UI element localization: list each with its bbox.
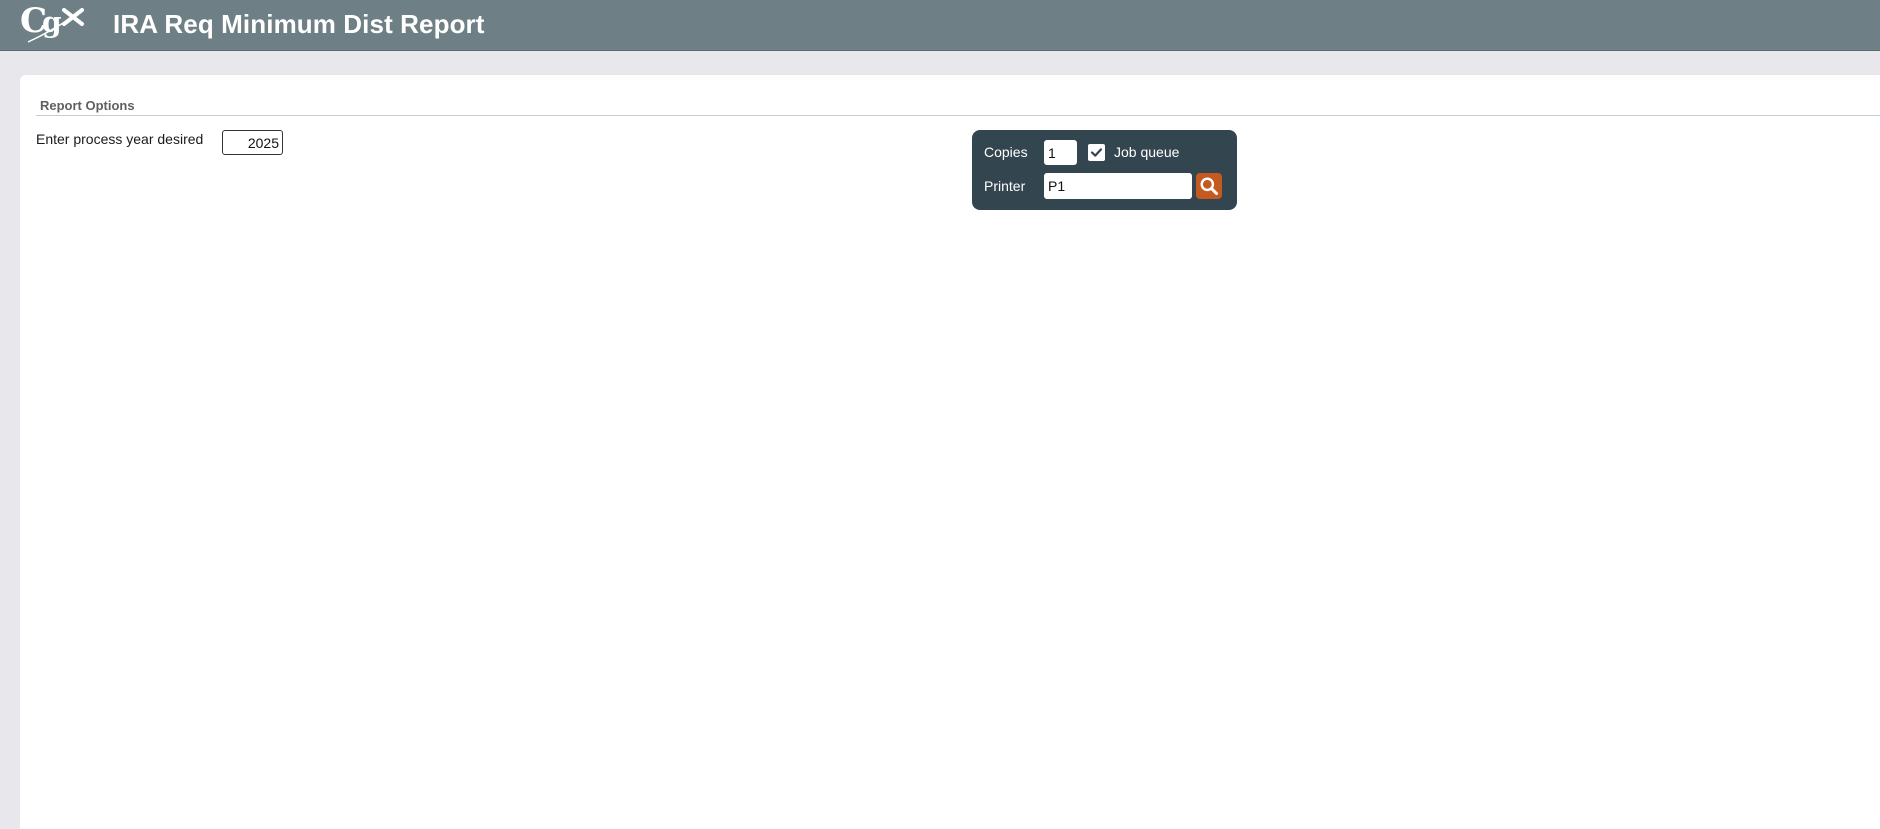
report-panel: Report Options Enter process year desire… xyxy=(20,75,1880,829)
printer-search-button[interactable] xyxy=(1196,173,1222,199)
app-header: C g IRA Req Minimum Dist Report xyxy=(0,0,1880,51)
section-divider xyxy=(36,115,1880,116)
cgx-logo-icon: C g xyxy=(20,2,84,43)
copies-label: Copies xyxy=(984,144,1028,160)
page-title: IRA Req Minimum Dist Report xyxy=(113,9,485,39)
printer-input[interactable] xyxy=(1044,173,1192,199)
print-options-box: Copies Job queue Printer xyxy=(972,130,1237,210)
search-icon xyxy=(1200,177,1218,195)
process-year-label: Enter process year desired xyxy=(36,131,204,147)
section-title-report-options: Report Options xyxy=(40,98,135,113)
job-queue-checkbox[interactable] xyxy=(1088,144,1105,161)
checkmark-icon xyxy=(1090,148,1103,157)
process-year-input[interactable] xyxy=(222,130,283,155)
copies-input[interactable] xyxy=(1044,140,1077,165)
printer-label: Printer xyxy=(984,178,1026,194)
job-queue-label: Job queue xyxy=(1114,144,1180,160)
